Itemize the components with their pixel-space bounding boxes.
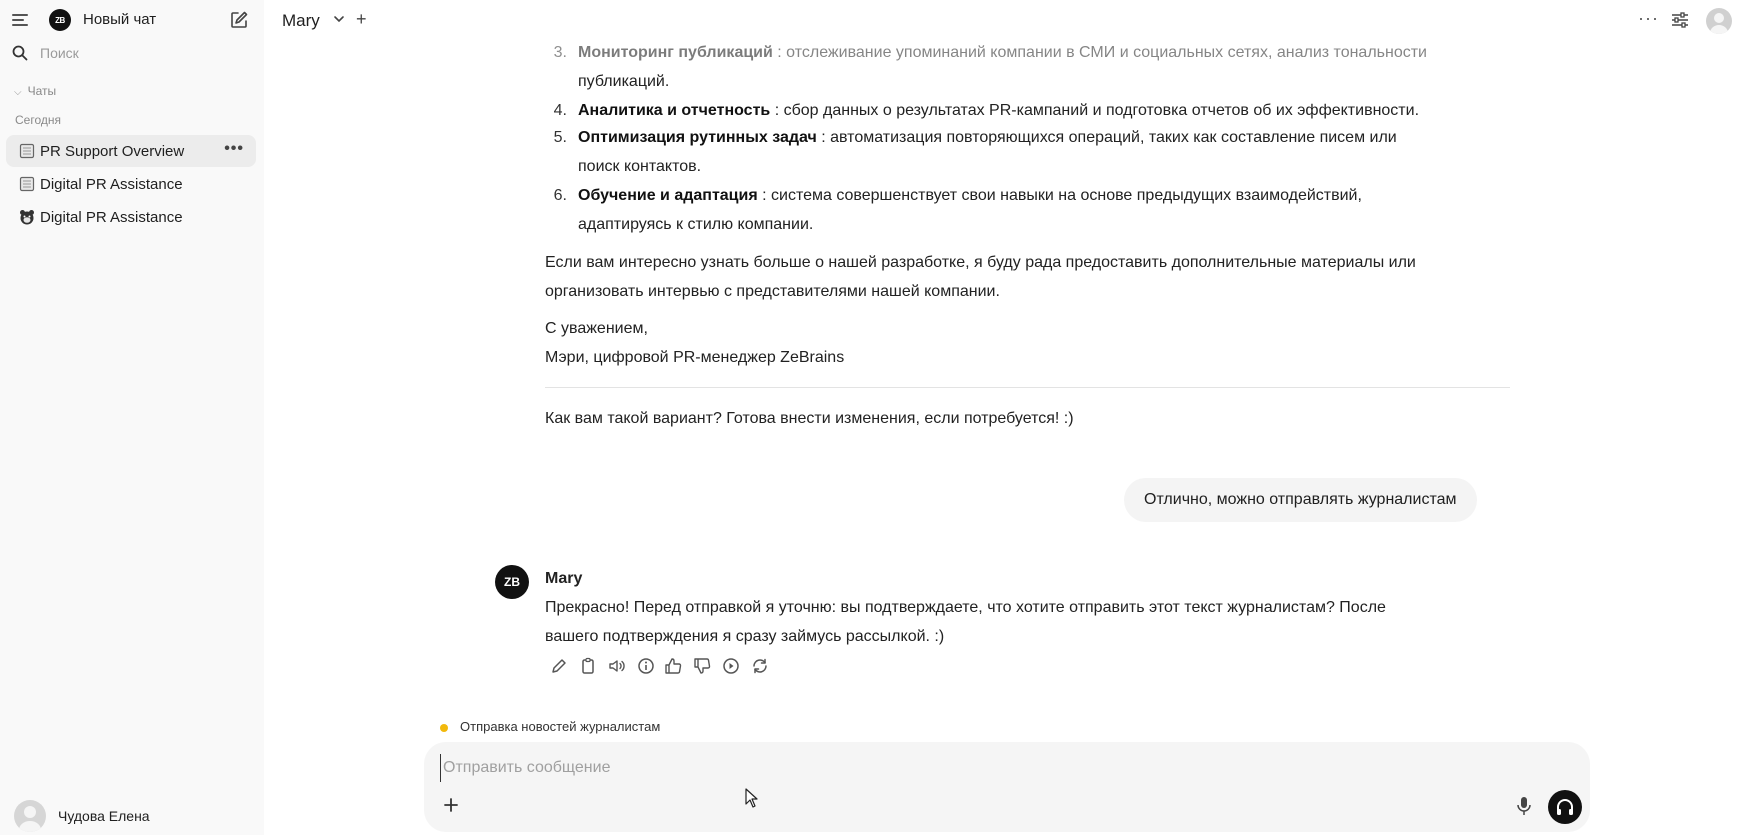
list-item-text: Аналитика и отчетность : сбор данных о р… [578, 96, 1510, 125]
more-options-icon[interactable]: ••• [224, 140, 244, 158]
model-selector[interactable]: Mary [282, 11, 320, 31]
chevron-down-icon[interactable] [332, 12, 346, 26]
status-dot [440, 724, 448, 732]
avatar [14, 800, 46, 832]
chats-section-label: Чаты [27, 84, 57, 98]
copy-icon[interactable] [579, 657, 597, 675]
compose-icon[interactable] [229, 10, 249, 30]
settings-sliders-icon[interactable] [1671, 12, 1689, 28]
list-item-text: Оптимизация рутинных задач : автоматизац… [578, 123, 1510, 152]
edit-icon[interactable] [550, 657, 568, 675]
list-item-text: Обучение и адаптация : система совершенс… [578, 181, 1510, 210]
menu-icon[interactable] [12, 12, 30, 28]
avatar: ZB [495, 565, 529, 599]
list-item-continuation: адаптируясь к стилю компании. [578, 216, 814, 233]
list-item-title: Обучение и адаптация [578, 187, 758, 204]
more-icon[interactable]: ··· [1638, 8, 1659, 29]
list-item-body: : сбор данных о результатах PR-кампаний … [770, 102, 1420, 119]
bear-face-icon [20, 210, 34, 225]
sidebar-header: ZB Новый чат [0, 0, 264, 40]
play-icon[interactable] [722, 657, 740, 675]
message-composer [424, 742, 1590, 832]
chat-item[interactable]: Digital PR Assistance [6, 168, 256, 200]
list-item-body: : система совершенствует свои навыки на … [757, 187, 1362, 204]
list-number: 4. [553, 102, 567, 119]
list-item-body: : отслеживание упоминаний компании в СМИ… [772, 44, 1427, 61]
group-label-today: Сегодня [15, 113, 61, 127]
list-item-text: Мониторинг публикаций : отслеживание упо… [578, 38, 1510, 67]
list-item-title: Мониторинг публикаций [578, 44, 773, 61]
paragraph-line: организовать интервью с представителями … [545, 283, 1000, 300]
assistant-name: Mary [545, 570, 583, 587]
list-number: 3. [553, 44, 567, 61]
avatar[interactable] [1706, 8, 1732, 34]
chat-item-label: PR Support Overview [40, 143, 185, 160]
assistant-reply: Прекрасно! Перед отправкой я уточню: вы … [545, 593, 1505, 651]
user-name: Чудова Елена [58, 808, 150, 824]
chat-item-label: Digital PR Assistance [40, 176, 183, 193]
chevron-down-icon: ⌵ [14, 87, 22, 98]
list-number: 5. [553, 129, 567, 146]
list-item-title: Аналитика и отчетность [578, 102, 771, 119]
voice-mode-button[interactable] [1548, 790, 1582, 824]
search-icon [12, 45, 28, 61]
list-item-title: Оптимизация рутинных задач [578, 129, 817, 146]
list-item-continuation: публикаций. [578, 73, 670, 90]
list-number: 6. [553, 187, 567, 204]
regenerate-icon[interactable] [751, 657, 769, 675]
user-message-bubble: Отлично, можно отправлять журналистам [1124, 478, 1477, 522]
question-text: Как вам такой вариант? Готова внести изм… [545, 410, 1074, 427]
chat-item-label: Digital PR Assistance [40, 209, 183, 226]
search-input[interactable]: Поиск [12, 42, 252, 64]
plus-icon[interactable] [440, 794, 462, 816]
chat-item[interactable]: PR Support Overview ••• [6, 135, 256, 167]
speaker-icon[interactable] [608, 657, 626, 675]
add-model-button[interactable]: + [356, 9, 367, 30]
user-profile[interactable]: Чудова Елена [14, 800, 254, 832]
chats-section-toggle[interactable]: ⌵ Чаты [14, 84, 56, 98]
signature-line: С уважением, [545, 320, 648, 337]
signature-line: Мэри, цифровой PR-менеджер ZeBrains [545, 349, 845, 366]
search-placeholder: Поиск [40, 45, 79, 61]
reply-line: Прекрасно! Перед отправкой я уточню: вы … [545, 599, 1386, 616]
list-item-body: : автоматизация повторяющихся операций, … [816, 129, 1397, 146]
info-icon[interactable] [637, 657, 655, 675]
microphone-icon[interactable] [1514, 795, 1534, 817]
list-item-continuation: поиск контактов. [578, 158, 702, 175]
chat-header: Mary + ··· [264, 0, 1742, 42]
headphones-icon [1557, 799, 1573, 815]
sidebar: ZB Новый чат Поиск ⌵ Чаты Сегодня PR Supp… [0, 0, 264, 835]
app-logo[interactable]: ZB [49, 9, 71, 31]
divider [545, 387, 1510, 388]
notebook-icon [19, 176, 35, 192]
status-text: Отправка новостей журналистам [460, 719, 661, 734]
message-input[interactable] [440, 754, 1540, 782]
notebook-icon [19, 143, 35, 159]
reply-line: вашего подтверждения я сразу займусь рас… [545, 628, 945, 645]
mouse-cursor-icon [745, 788, 758, 808]
chat-item[interactable]: Digital PR Assistance [6, 201, 256, 233]
new-chat-link[interactable]: Новый чат [83, 11, 156, 28]
paragraph-line: Если вам интересно узнать больше о нашей… [545, 254, 1416, 271]
thumbs-down-icon[interactable] [693, 657, 711, 675]
thumbs-up-icon[interactable] [664, 657, 682, 675]
